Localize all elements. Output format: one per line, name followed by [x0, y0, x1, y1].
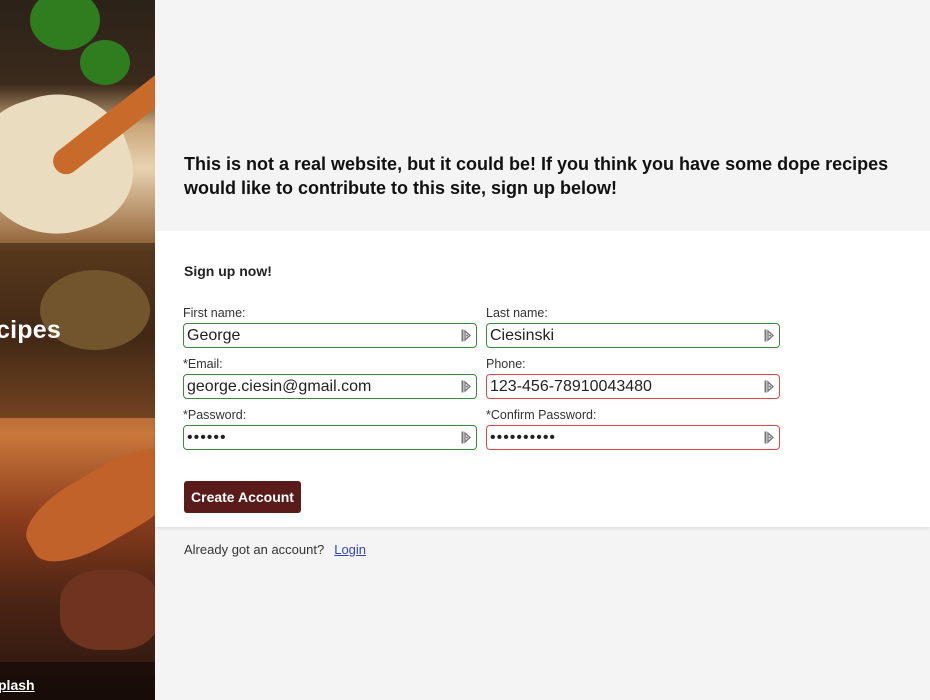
login-prompt: Already got an account? Login: [184, 542, 366, 557]
login-prompt-text: Already got an account?: [184, 542, 325, 557]
email-field: *Email:: [183, 357, 477, 399]
password-manager-key-icon[interactable]: [764, 329, 774, 342]
grilled-meat-image: [60, 570, 155, 650]
password-box: [183, 425, 477, 450]
last-name-box: [486, 323, 780, 348]
phone-field: Phone:: [486, 357, 780, 399]
hero-photo-panel: cipes plash: [0, 0, 155, 700]
phone-label: Phone:: [486, 357, 526, 371]
intro-line-1: This is not a real website, but it could…: [184, 154, 889, 174]
intro-text: This is not a real website, but it could…: [184, 152, 930, 200]
phone-input[interactable]: [487, 375, 779, 398]
password-input[interactable]: [184, 426, 476, 449]
last-name-input[interactable]: [487, 324, 779, 347]
intro-line-2: would like to contribute to this site, s…: [184, 178, 618, 198]
photo-credit-link[interactable]: plash: [0, 677, 35, 693]
password-manager-key-icon[interactable]: [764, 431, 774, 444]
parsley-garnish: [80, 40, 130, 85]
parsley-garnish: [30, 0, 100, 50]
password-manager-key-icon[interactable]: [764, 380, 774, 393]
password-manager-key-icon[interactable]: [461, 329, 471, 342]
password-manager-key-icon[interactable]: [461, 431, 471, 444]
login-link[interactable]: Login: [334, 542, 366, 557]
password-label: *Password:: [183, 408, 247, 422]
password-field: *Password:: [183, 408, 477, 450]
grilled-meat-image: [13, 432, 155, 578]
signup-card: Sign up now! First name: Last name: *Ema…: [155, 231, 930, 527]
first-name-field: First name:: [183, 306, 477, 348]
phone-box: [486, 374, 780, 399]
last-name-label: Last name:: [486, 306, 548, 320]
first-name-input[interactable]: [184, 324, 476, 347]
email-box: [183, 374, 477, 399]
email-input[interactable]: [184, 375, 476, 398]
create-account-button[interactable]: Create Account: [184, 481, 301, 513]
password-manager-key-icon[interactable]: [461, 380, 471, 393]
last-name-field: Last name:: [486, 306, 780, 348]
first-name-label: First name:: [183, 306, 246, 320]
confirm-password-input[interactable]: [487, 426, 779, 449]
confirm-password-box: [486, 425, 780, 450]
hero-title: cipes: [0, 316, 61, 344]
first-name-box: [183, 323, 477, 348]
signup-title: Sign up now!: [184, 263, 272, 279]
confirm-password-label: *Confirm Password:: [486, 408, 597, 422]
email-label: *Email:: [183, 357, 223, 371]
confirm-password-field: *Confirm Password:: [486, 408, 780, 450]
